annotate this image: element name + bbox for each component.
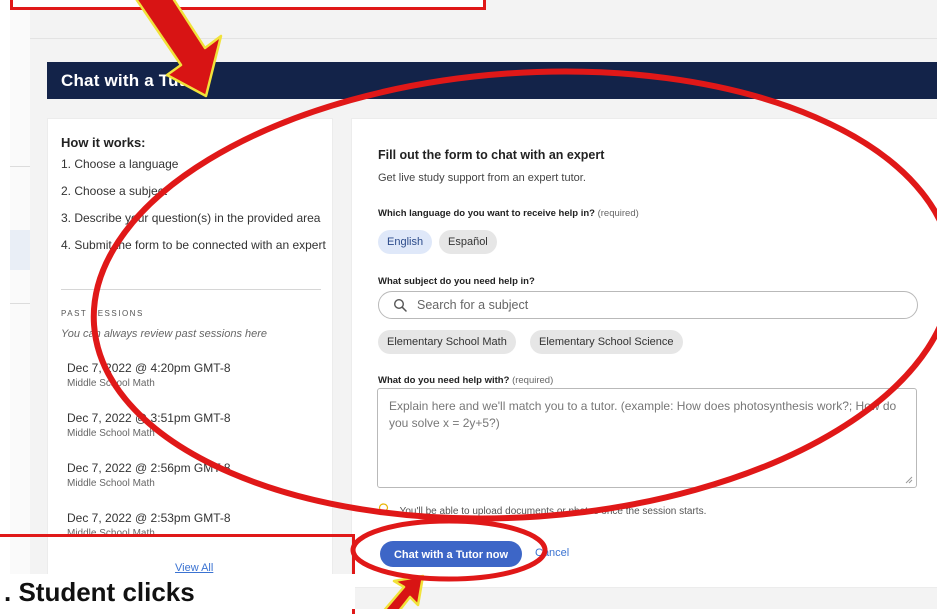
step-item: 1. Choose a language [61, 157, 179, 171]
top-divider [30, 38, 937, 39]
annotation-caption-text: . Student clicks [4, 577, 195, 607]
session-date: Dec 7, 2022 @ 4:20pm GMT-8 [67, 361, 231, 375]
search-icon [393, 298, 407, 312]
past-session-item[interactable]: Dec 7, 2022 @ 2:56pm GMT-8 Middle School… [67, 461, 327, 491]
help-question-text: What do you need help with? [378, 375, 510, 386]
page-header: Chat with a Tutor [47, 62, 937, 99]
subject-suggestion-chip[interactable]: Elementary School Math [378, 330, 516, 354]
how-it-works-title: How it works: [61, 135, 146, 150]
step-item: 3. Describe your question(s) in the prov… [61, 211, 321, 225]
steps-list: 1. Choose a language 2. Choose a subject… [61, 157, 331, 265]
form-title: Fill out the form to chat with an expert [378, 148, 605, 162]
subject-search-input[interactable]: Search for a subject [378, 291, 918, 319]
session-subject: Middle School Math [67, 478, 155, 489]
tutor-request-form: Fill out the form to chat with an expert… [351, 118, 937, 588]
annotation-callout-box [10, 0, 486, 10]
annotation-caption: . Student clicks [0, 574, 355, 609]
session-date: Dec 7, 2022 @ 2:53pm GMT-8 [67, 511, 231, 525]
side-nav [10, 0, 31, 609]
subject-question-label: What subject do you need help in? [378, 276, 535, 287]
step-item: 2. Choose a subject [61, 184, 168, 198]
past-sessions-list: Dec 7, 2022 @ 4:20pm GMT-8 Middle School… [67, 361, 327, 561]
help-description-textarea[interactable]: Explain here and we'll match you to a tu… [377, 388, 917, 488]
session-date: Dec 7, 2022 @ 3:51pm GMT-8 [67, 411, 231, 425]
page-title: Chat with a Tutor [61, 71, 202, 90]
language-question-text: Which language do you want to receive he… [378, 208, 595, 219]
required-tag: (required) [512, 375, 554, 386]
session-subject: Middle School Math [67, 428, 155, 439]
language-chip-english[interactable]: English [378, 230, 433, 254]
chat-with-tutor-button[interactable]: Chat with a Tutor now [380, 541, 522, 567]
subject-suggestion-chip[interactable]: Elementary School Science [530, 330, 683, 354]
required-tag: (required) [597, 208, 639, 219]
language-question-label: Which language do you want to receive he… [378, 208, 639, 219]
cancel-link[interactable]: Cancel [535, 547, 569, 559]
upload-note: You'll be able to upload documents or ph… [378, 503, 706, 517]
how-it-works-card: How it works: 1. Choose a language 2. Ch… [47, 118, 333, 588]
side-nav-divider [10, 303, 30, 304]
past-sessions-label: PAST SESSIONS [61, 309, 144, 318]
resize-handle-icon[interactable] [905, 476, 913, 484]
lightbulb-icon [378, 503, 389, 515]
session-subject: Middle School Math [67, 378, 155, 389]
step-item: 4. Submit the form to be connected with … [61, 238, 326, 252]
side-nav-divider [10, 166, 30, 167]
textarea-placeholder: Explain here and we'll match you to a tu… [389, 399, 897, 430]
upload-note-text: You'll be able to upload documents or ph… [399, 506, 707, 517]
past-sessions-description: You can always review past sessions here [61, 328, 268, 340]
past-session-item[interactable]: Dec 7, 2022 @ 3:51pm GMT-8 Middle School… [67, 411, 327, 441]
past-session-item[interactable]: Dec 7, 2022 @ 4:20pm GMT-8 Middle School… [67, 361, 327, 391]
section-divider [61, 289, 321, 290]
help-question-label: What do you need help with? (required) [378, 375, 553, 386]
side-nav-selected-item[interactable] [10, 230, 30, 270]
form-subtitle: Get live study support from an expert tu… [378, 172, 586, 184]
language-chip-espanol[interactable]: Español [439, 230, 497, 254]
session-date: Dec 7, 2022 @ 2:56pm GMT-8 [67, 461, 231, 475]
search-placeholder: Search for a subject [417, 298, 529, 312]
